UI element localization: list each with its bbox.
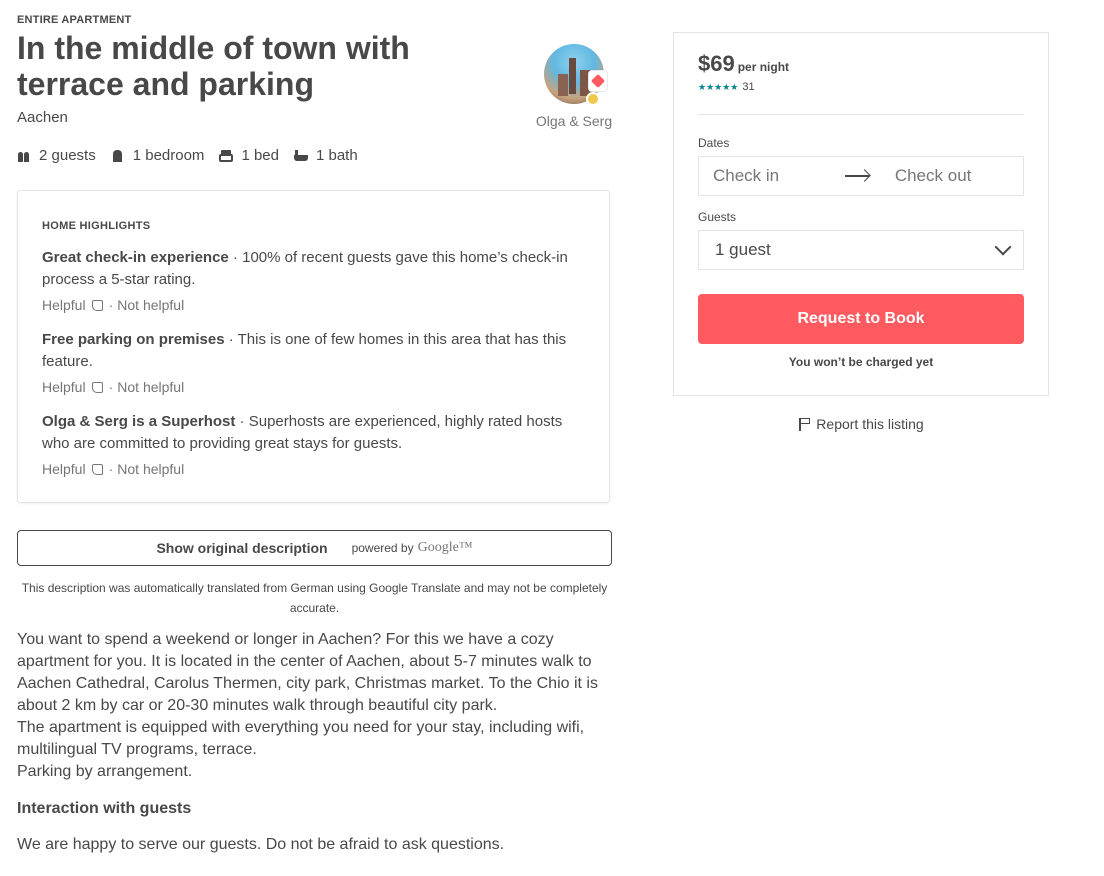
per-night-label: per night	[737, 60, 790, 74]
report-listing-link[interactable]: Report this listing	[673, 416, 1049, 432]
listing-title: In the middle of town with terrace and p…	[17, 30, 410, 102]
not-helpful-button[interactable]: Not helpful	[117, 379, 184, 395]
spec-bedroom: 1 bedroom	[111, 147, 205, 164]
highlight-title: Free parking on premises	[42, 331, 225, 348]
check-in-input[interactable]: Check in	[699, 166, 841, 186]
review-count[interactable]: 31	[742, 81, 754, 93]
dates-label: Dates	[698, 136, 730, 150]
listing-specs: 2 guests 1 bedroom 1 bed 1 bath	[17, 147, 358, 164]
highlight-item: Free parking on premises · This is one o…	[42, 329, 582, 395]
nightly-price: $69	[698, 51, 735, 76]
highlight-item: Olga & Serg is a Superhost · Superhosts …	[42, 411, 582, 477]
price-row: $69 per night	[698, 51, 789, 77]
request-to-book-button[interactable]: Request to Book	[698, 294, 1024, 344]
show-original-label: Show original description	[156, 540, 328, 556]
bed-icon	[219, 149, 234, 162]
rating-summary[interactable]: ★★★★★ 31	[698, 81, 755, 93]
helpful-button[interactable]: Helpful	[42, 461, 86, 477]
feedback-separator: ·	[108, 379, 114, 395]
spec-guests: 2 guests	[17, 147, 96, 164]
star-rating-icon: ★★★★★	[698, 81, 739, 92]
highlight-item: Great check-in experience · 100% of rece…	[42, 247, 582, 313]
bedroom-icon	[111, 149, 125, 162]
arrow-right-icon	[845, 169, 871, 183]
spec-label: 1 bedroom	[132, 147, 205, 164]
dates-picker[interactable]: Check in Check out	[698, 156, 1024, 196]
powered-by-google: powered by Google™	[352, 540, 473, 556]
check-out-input[interactable]: Check out	[881, 166, 1023, 186]
booking-card: $69 per night ★★★★★ 31 Dates Check in Ch…	[673, 32, 1049, 396]
superhost-badge-icon	[588, 70, 608, 92]
listing-city[interactable]: Aachen	[17, 109, 68, 126]
host-avatar[interactable]	[544, 44, 608, 106]
host-profile[interactable]: Olga & Serg	[529, 44, 619, 129]
spec-label: 2 guests	[39, 147, 96, 164]
feedback-separator: ·	[108, 297, 114, 313]
host-name[interactable]: Olga & Serg	[529, 113, 619, 129]
thumbs-up-icon[interactable]	[91, 381, 103, 393]
guests-value: 1 guest	[715, 240, 771, 259]
highlight-title: Great check-in experience	[42, 249, 229, 266]
thumbs-up-icon[interactable]	[91, 299, 103, 311]
feedback-separator: ·	[108, 461, 114, 477]
highlight-feedback: Helpful · Not helpful	[42, 379, 582, 395]
spec-bath: 1 bath	[293, 147, 358, 164]
chevron-down-icon[interactable]	[994, 238, 1012, 256]
not-helpful-button[interactable]: Not helpful	[117, 297, 184, 313]
home-highlights-heading: HOME HIGHLIGHTS	[42, 220, 151, 232]
flag-icon[interactable]	[798, 417, 812, 431]
highlight-text: Olga & Serg is a Superhost · Superhosts …	[42, 411, 582, 455]
bath-icon	[293, 149, 308, 162]
charge-note: You won’t be charged yet	[788, 355, 934, 369]
interaction-heading: Interaction with guests	[17, 800, 192, 817]
home-highlights-card: HOME HIGHLIGHTS Great check-in experienc…	[17, 190, 610, 503]
helpful-button[interactable]: Helpful	[42, 379, 86, 395]
powered-by-text: powered by	[351, 541, 414, 555]
verified-dot-icon	[586, 92, 600, 106]
report-listing-label[interactable]: Report this listing	[816, 416, 923, 432]
not-helpful-button[interactable]: Not helpful	[117, 461, 184, 477]
highlight-feedback: Helpful · Not helpful	[42, 461, 582, 477]
guests-select[interactable]: 1 guest	[698, 230, 1024, 270]
spec-label: 1 bed	[241, 147, 279, 164]
guests-icon	[17, 150, 31, 162]
guests-label: Guests	[698, 210, 737, 224]
divider	[698, 114, 1024, 115]
translation-disclaimer: This description was automatically trans…	[21, 581, 608, 615]
spec-bed: 1 bed	[219, 147, 279, 164]
google-logo: Google™	[417, 540, 473, 555]
spec-label: 1 bath	[315, 147, 358, 164]
highlight-text: Great check-in experience · 100% of rece…	[42, 247, 582, 291]
show-original-description-button[interactable]: Show original description powered by Goo…	[17, 530, 612, 566]
helpful-button[interactable]: Helpful	[42, 297, 86, 313]
highlight-feedback: Helpful · Not helpful	[42, 297, 582, 313]
interaction-text: We are happy to serve our guests. Do not…	[17, 836, 505, 853]
highlight-text: Free parking on premises · This is one o…	[42, 329, 582, 373]
listing-description: You want to spend a weekend or longer in…	[17, 631, 598, 780]
thumbs-up-icon[interactable]	[91, 463, 103, 475]
room-type-label: ENTIRE APARTMENT	[17, 14, 132, 26]
highlight-title: Olga & Serg is a Superhost	[42, 413, 236, 430]
